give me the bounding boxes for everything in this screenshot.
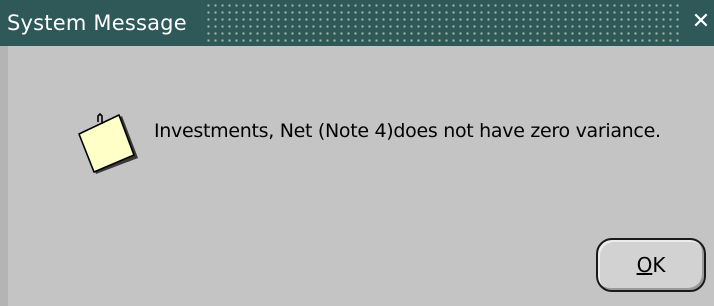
ok-button[interactable]: OK [596, 238, 706, 292]
system-message-dialog: System Message ✕ Investments, Net (Note … [0, 0, 714, 306]
close-icon[interactable]: ✕ [690, 10, 712, 34]
ok-button-label-rest: K [652, 253, 666, 277]
dialog-title: System Message [7, 11, 187, 35]
message-text: Investments, Net (Note 4)does not have z… [154, 120, 661, 142]
title-bar[interactable]: System Message ✕ [0, 0, 714, 46]
ok-button-mnemonic: O [636, 253, 653, 277]
note-icon [78, 112, 138, 174]
window-left-border [0, 46, 8, 306]
